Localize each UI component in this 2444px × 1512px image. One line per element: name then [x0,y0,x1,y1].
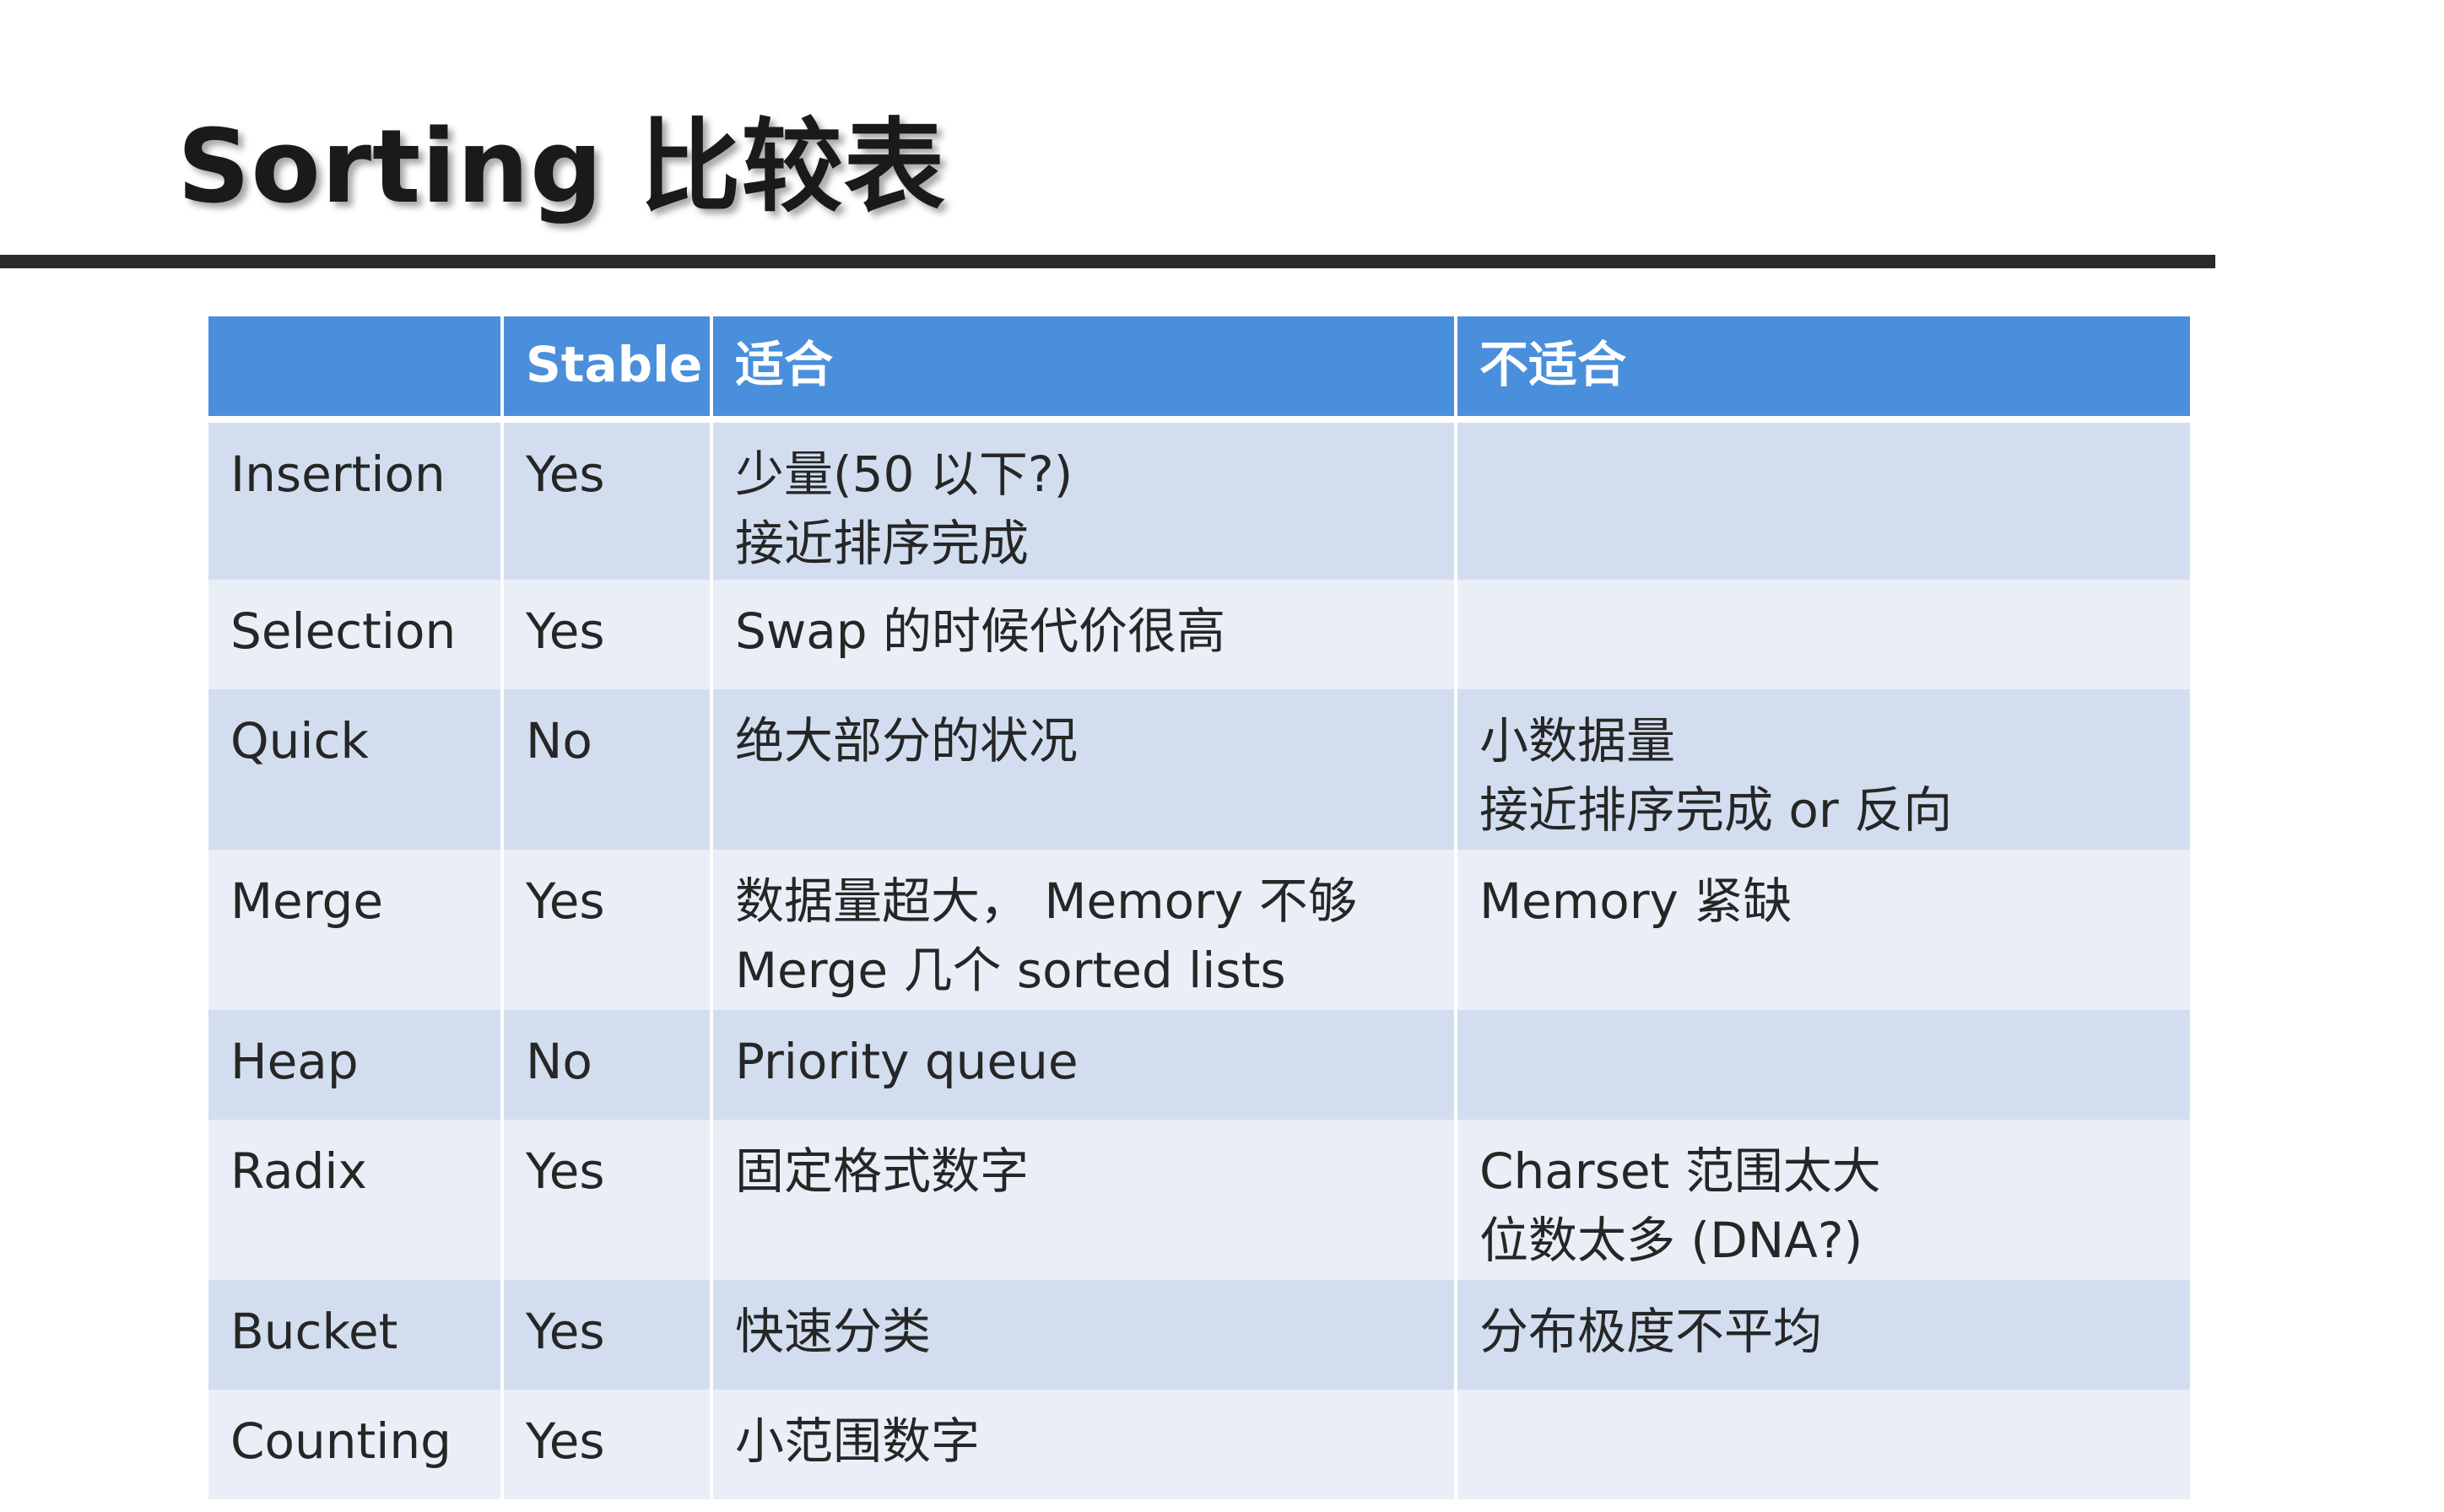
suitable-cell: 绝大部分的状况 [711,689,1457,850]
suitable-cell: 固定格式数字 [711,1120,1457,1280]
suitable-line: 接近排序完成 [735,515,1030,572]
stable-value: Yes [502,580,713,689]
algorithm-name: Counting [208,1390,504,1499]
unsuitable-cell [1456,419,2190,580]
unsuitable-cell [1456,580,2190,689]
unsuitable-cell: Charset 范围太大 位数太多 (DNA?) [1456,1120,2190,1280]
sorting-comparison-table: Stable 适合 不适合 Insertion Yes 少量(50 以下?) 接… [208,316,2190,1499]
table-row: Counting Yes 小范围数字 [208,1390,2190,1499]
slide-title: Sorting 比较表 [177,109,946,226]
suitable-cell: 数据量超大， Memory 不够 Merge 几个 sorted lists [711,850,1457,1010]
stable-value: No [502,689,713,850]
algorithm-name: Insertion [208,419,504,580]
unsuitable-line: 分布极度不平均 [1479,1303,1823,1360]
unsuitable-line: Charset 范围太大 [1479,1142,1881,1200]
table-row: Merge Yes 数据量超大， Memory 不够 Merge 几个 sort… [208,850,2190,1010]
unsuitable-cell: 小数据量 接近排序完成 or 反向 [1456,689,2190,850]
header-cell-unsuitable: 不适合 [1456,316,2190,423]
comparison-table-container: Stable 适合 不适合 Insertion Yes 少量(50 以下?) 接… [208,316,2190,1499]
unsuitable-line: 位数太多 (DNA?) [1479,1212,1863,1269]
stable-value: No [502,1010,713,1120]
table-row: Quick No 绝大部分的状况 小数据量 接近排序完成 or 反向 [208,689,2190,850]
algorithm-name: Bucket [208,1280,504,1390]
stable-value: Yes [502,1390,713,1499]
algorithm-name: Heap [208,1010,504,1120]
header-cell-stable: Stable [502,316,713,423]
unsuitable-line: Memory 紧缺 [1479,872,1792,930]
suitable-cell: Priority queue [711,1010,1457,1120]
unsuitable-cell [1456,1390,2190,1499]
table-row: Radix Yes 固定格式数字 Charset 范围太大 位数太多 (DNA?… [208,1120,2190,1280]
unsuitable-line: 小数据量 [1479,712,1676,770]
suitable-line: 小范围数字 [735,1412,981,1470]
suitable-line: 固定格式数字 [735,1142,1030,1200]
suitable-cell: 快速分类 [711,1280,1457,1390]
suitable-line: Priority queue [735,1033,1079,1090]
algorithm-name: Selection [208,580,504,689]
stable-value: Yes [502,850,713,1010]
title-divider [0,255,2215,268]
suitable-line: 快速分类 [735,1303,932,1360]
table-row: Selection Yes Swap 的时候代价很高 [208,580,2190,689]
table-row: Heap No Priority queue [208,1010,2190,1120]
suitable-line: Swap 的时候代价很高 [735,602,1226,660]
suitable-cell: 小范围数字 [711,1390,1457,1499]
algorithm-name: Quick [208,689,504,850]
unsuitable-cell [1456,1010,2190,1120]
algorithm-name: Merge [208,850,504,1010]
table-row: Insertion Yes 少量(50 以下?) 接近排序完成 [208,419,2190,580]
slide: Sorting 比较表 Stable 适合 不适合 Insertion Yes [0,0,2444,1512]
header-cell-algorithm [208,316,504,423]
suitable-cell: 少量(50 以下?) 接近排序完成 [711,419,1457,580]
suitable-cell: Swap 的时候代价很高 [711,580,1457,689]
suitable-line: Merge 几个 sorted lists [735,942,1286,999]
algorithm-name: Radix [208,1120,504,1280]
unsuitable-line: 接近排序完成 or 反向 [1479,781,1953,839]
unsuitable-cell: Memory 紧缺 [1456,850,2190,1010]
header-cell-suitable: 适合 [711,316,1457,423]
suitable-line: 数据量超大， Memory 不够 [735,872,1357,930]
stable-value: Yes [502,1120,713,1280]
unsuitable-cell: 分布极度不平均 [1456,1280,2190,1390]
stable-value: Yes [502,1280,713,1390]
table-row: Bucket Yes 快速分类 分布极度不平均 [208,1280,2190,1390]
table-header-row: Stable 适合 不适合 [208,316,2190,423]
suitable-line: 绝大部分的状况 [735,712,1079,770]
suitable-line: 少量(50 以下?) [735,446,1073,503]
stable-value: Yes [502,419,713,580]
